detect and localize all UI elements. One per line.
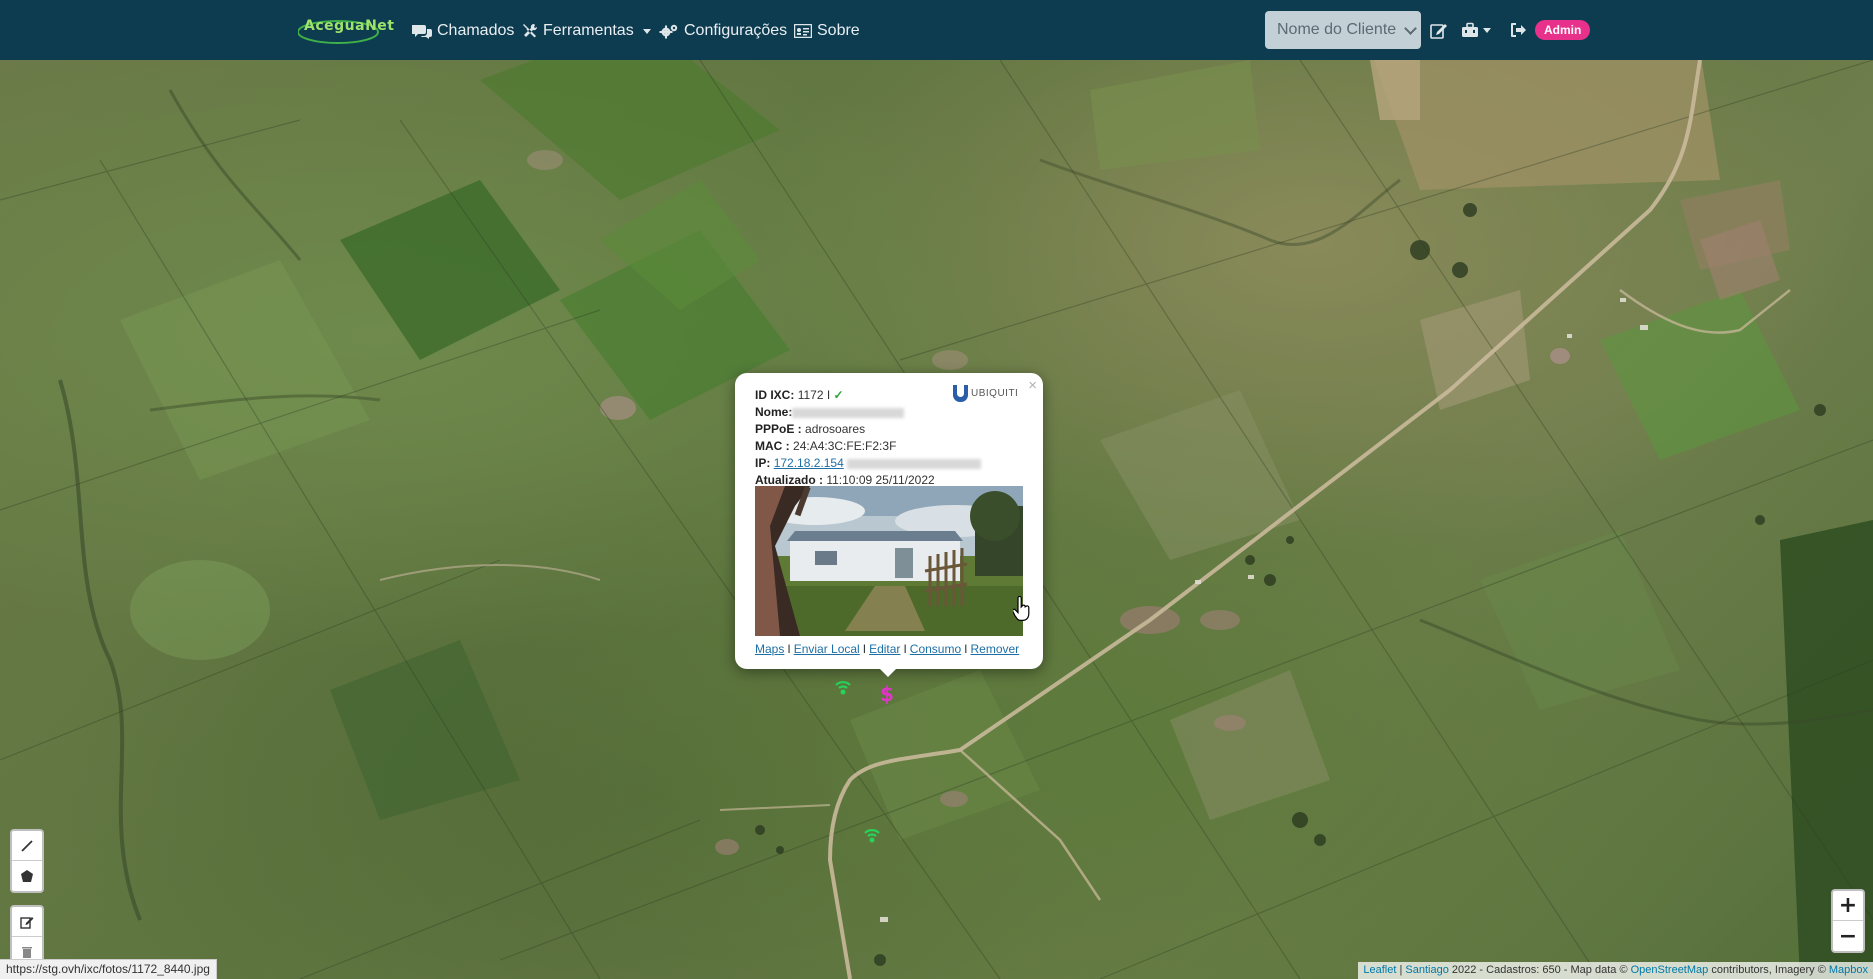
hand-cursor-icon: [1013, 596, 1030, 621]
nav-configuracoes-label: Configurações: [684, 22, 788, 39]
nav-chamados[interactable]: Chamados: [412, 20, 514, 42]
ip-link[interactable]: 172.18.2.154: [774, 456, 844, 470]
chevron-down-icon: [1404, 21, 1418, 35]
openstreetmap-link[interactable]: OpenStreetMap: [1631, 964, 1709, 976]
chevron-down-icon: [1483, 27, 1491, 33]
client-popup: × UBIQUITI ID IXC: 1172 I ✓ Nome: PPPoE …: [735, 373, 1043, 669]
trash-icon: [22, 947, 32, 958]
brand-logo[interactable]: AceguaNet: [298, 14, 394, 46]
nav-configuracoes[interactable]: Configurações: [659, 20, 787, 42]
wifi-marker-icon[interactable]: [834, 677, 852, 697]
maps-link[interactable]: Maps: [755, 642, 784, 656]
toolbox-icon: [1462, 22, 1478, 37]
ip-row: IP: 172.18.2.154: [755, 455, 1025, 472]
send-location-link[interactable]: Enviar Local: [794, 642, 860, 656]
leaflet-link[interactable]: Leaflet: [1363, 964, 1396, 976]
popup-details: ID IXC: 1172 I ✓ Nome: PPPoE : adrosoare…: [755, 387, 1025, 489]
top-navbar: AceguaNet Chamados Ferramentas Configura…: [0, 0, 1873, 60]
nav-sobre-label: Sobre: [817, 22, 860, 39]
redacted-info: [847, 458, 982, 469]
updated-value: 11:10:09 25/11/2022: [826, 473, 935, 487]
draw-toolbar: [10, 829, 44, 893]
edit-layers-button[interactable]: [12, 907, 42, 937]
edit-button[interactable]: [1430, 20, 1447, 40]
nav-ferramentas[interactable]: Ferramentas: [522, 20, 651, 42]
client-select-label: Nome do Cliente: [1277, 21, 1397, 38]
pppoe-row: PPPoE : adrosoares: [755, 422, 866, 436]
nav-sobre[interactable]: Sobre: [794, 20, 860, 42]
toolbox-dropdown[interactable]: [1461, 20, 1491, 40]
dollar-marker-icon[interactable]: $: [879, 683, 893, 705]
mapbox-link[interactable]: Mapbox: [1829, 964, 1868, 976]
edit-icon: [20, 916, 34, 929]
cogs-icon: [659, 24, 678, 39]
zoom-out-button[interactable]: −: [1833, 921, 1863, 951]
status-bar-url: https://stg.ovh/ixc/fotos/1172_8440.jpg: [0, 959, 217, 979]
id-card-icon: [794, 24, 812, 38]
consumption-link[interactable]: Consumo: [910, 642, 961, 656]
mac-row: MAC : 24:A4:3C:FE:F2:3F: [755, 439, 897, 453]
nav-chamados-label: Chamados: [437, 22, 515, 39]
id-ixc-row: ID IXC: 1172 I ✓: [755, 388, 844, 402]
client-house-photo[interactable]: [755, 486, 1023, 636]
id-ixc-value: 1172 I: [797, 388, 831, 402]
popup-actions: Maps I Enviar Local I Editar I Consumo I Remover: [755, 642, 1020, 656]
client-name-select[interactable]: Nome do Cliente: [1265, 11, 1421, 49]
santiago-link[interactable]: Santiago: [1405, 964, 1448, 976]
chevron-down-icon: [642, 28, 651, 34]
draw-polygon-button[interactable]: [12, 861, 42, 891]
sign-out-icon: [1511, 23, 1526, 37]
svg-text:$: $: [880, 683, 893, 705]
admin-badge[interactable]: Admin: [1535, 20, 1591, 40]
mac-value: 24:A4:3C:FE:F2:3F: [793, 439, 897, 453]
map-attribution: Leaflet | Santiago 2022 - Cadastros: 650…: [1358, 962, 1873, 979]
remove-link[interactable]: Remover: [970, 642, 1019, 656]
check-icon: ✓: [833, 388, 844, 402]
wifi-marker-icon[interactable]: [863, 825, 881, 845]
close-icon[interactable]: ×: [1028, 377, 1037, 394]
popup-tip: [878, 667, 898, 677]
brand-name: AceguaNet: [304, 18, 395, 34]
zoom-control: + −: [1831, 889, 1865, 953]
logout-button[interactable]: [1510, 20, 1527, 40]
polygon-icon: [21, 870, 33, 882]
name-row: Nome:: [755, 404, 1025, 421]
edit-link[interactable]: Editar: [869, 642, 900, 656]
edit-icon: [1430, 23, 1447, 39]
pppoe-value: adrosoares: [805, 422, 866, 436]
redacted-name: [792, 407, 905, 418]
polyline-icon: [21, 839, 33, 852]
tools-icon: [523, 23, 538, 38]
draw-polyline-button[interactable]: [12, 831, 42, 861]
zoom-in-button[interactable]: +: [1833, 891, 1863, 921]
comments-icon: [412, 25, 432, 39]
nav-ferramentas-label: Ferramentas: [543, 22, 634, 39]
